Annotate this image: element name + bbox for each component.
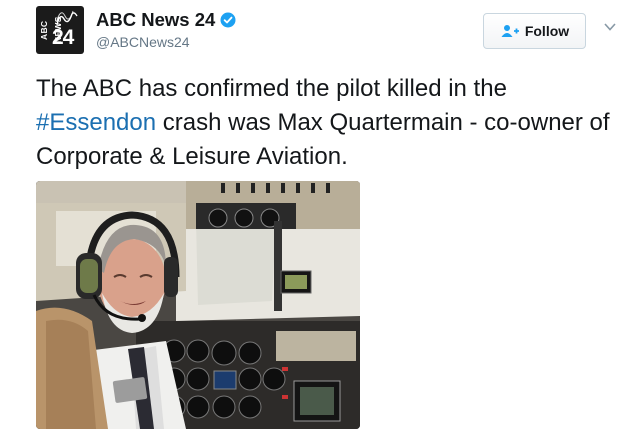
tweet-text: The ABC has confirmed the pilot killed i… [36,72,626,174]
follow-button[interactable]: Follow [483,13,586,49]
verified-badge-icon [220,12,236,28]
chevron-down-icon[interactable] [603,22,617,32]
avatar-side-text: ABC NEWS [39,16,63,44]
hashtag-link[interactable]: #Essendon [36,109,156,136]
account-name[interactable]: ABC News 24 [96,9,236,31]
photo-illustration [36,181,360,429]
account-handle[interactable]: @ABCNews24 [96,34,190,50]
avatar-number: 24 [52,26,74,49]
pilot-in-cockpit-photo[interactable] [36,181,360,429]
account-name-text[interactable]: ABC News 24 [96,9,215,31]
tweet-text-before: The ABC has confirmed the pilot killed i… [36,75,507,102]
add-user-icon [501,25,519,37]
follow-button-label: Follow [524,23,570,39]
account-avatar[interactable]: ABC NEWS 24 [36,6,84,54]
